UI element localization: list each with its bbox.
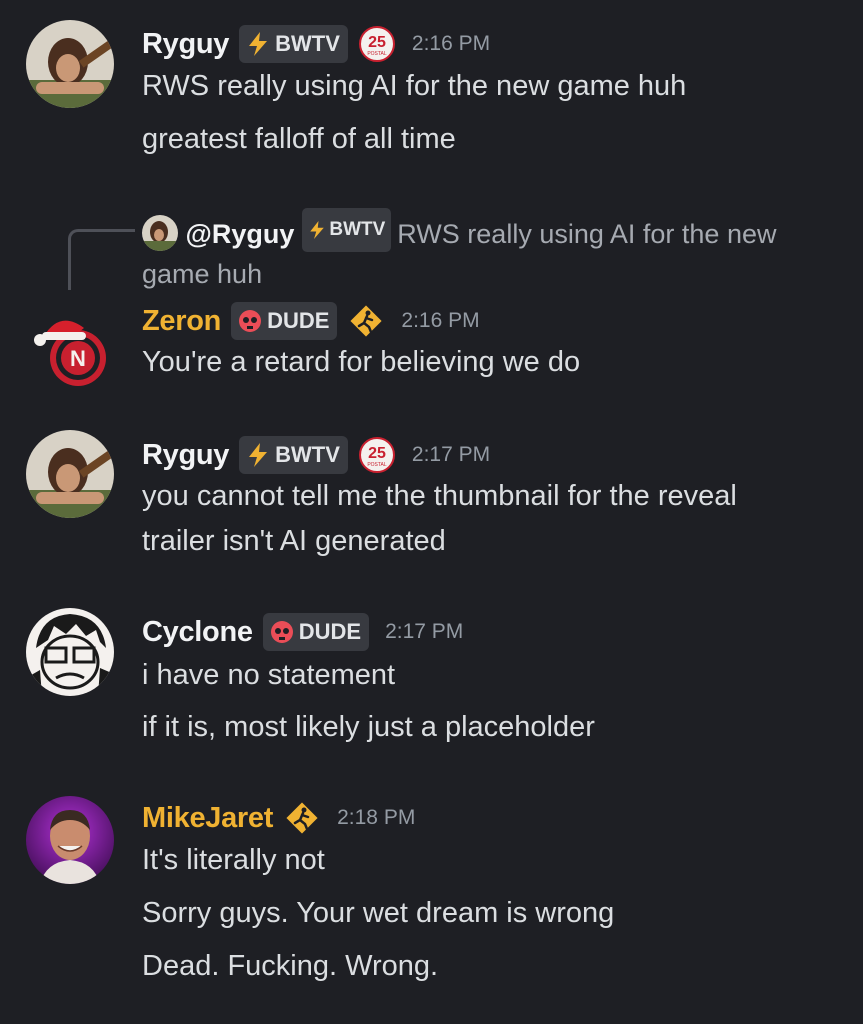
timestamp: 2:17 PM — [385, 620, 464, 643]
avatar-cyclone[interactable] — [26, 608, 114, 696]
badge-number: 25 — [368, 445, 386, 462]
timestamp: 2:17 PM — [411, 443, 491, 466]
server-tag[interactable]: BWTV — [239, 436, 348, 474]
username[interactable]: Ryguy — [142, 28, 229, 61]
lightning-icon — [310, 221, 325, 239]
server-tag-label: DUDE — [298, 619, 362, 644]
reply-avatar — [142, 215, 178, 251]
timestamp: 2:16 PM — [401, 309, 480, 332]
message-line: RWS really using AI for the new game huh — [142, 70, 687, 102]
lightning-icon — [245, 31, 271, 57]
message-line: Dead. Fucking. Wrong. — [142, 950, 439, 982]
username[interactable]: Zeron — [142, 305, 221, 338]
reply-preview[interactable]: @Ryguy BWTV RWS really using AI for the ne… — [142, 208, 832, 294]
running-man-warning-icon[interactable] — [347, 302, 385, 340]
reply-mention[interactable]: @Ryguy — [186, 219, 295, 249]
badge-sub: POSTAL — [367, 462, 387, 468]
reply-text-cont: game huh — [142, 259, 263, 289]
timestamp: 2:16 PM — [411, 32, 491, 55]
reply-tag-label: BWTV — [329, 219, 386, 240]
reply-server-tag: BWTV — [302, 208, 392, 252]
avatar-zeron[interactable]: N — [26, 306, 114, 394]
skull-icon — [269, 619, 295, 645]
timestamp: 2:18 PM — [337, 806, 416, 829]
username[interactable]: Cyclone — [142, 616, 253, 649]
server-tag-label: BWTV — [275, 31, 340, 56]
avatar-ryguy[interactable] — [26, 430, 114, 518]
server-tag[interactable]: BWTV — [239, 25, 348, 63]
server-tag-label: BWTV — [275, 442, 340, 467]
username[interactable]: MikeJaret — [142, 802, 273, 835]
message-line: if it is, most likely just a placeholder — [142, 711, 595, 743]
badge-number: 25 — [368, 34, 386, 51]
message-line: You're a retard for believing we do — [142, 346, 581, 378]
running-man-warning-icon[interactable] — [283, 799, 321, 837]
postal-25-badge[interactable]: 25 POSTAL — [358, 25, 396, 63]
reply-connector — [68, 229, 135, 290]
avatar-ryguy[interactable] — [26, 20, 114, 108]
server-tag-label: DUDE — [267, 308, 330, 333]
badge-sub: POSTAL — [367, 51, 387, 57]
server-tag[interactable]: DUDE — [231, 302, 338, 340]
message-line: trailer isn't AI generated — [142, 525, 446, 557]
message-line: greatest falloff of all time — [142, 123, 456, 155]
message-line: It's literally not — [142, 844, 325, 876]
skull-icon — [237, 308, 263, 334]
postal-25-badge[interactable]: 25 POSTAL — [358, 436, 396, 474]
message-line: Sorry guys. Your wet dream is wrong — [142, 897, 615, 929]
avatar-mikejaret[interactable] — [26, 796, 114, 884]
message-line: you cannot tell me the thumbnail for the… — [142, 480, 737, 512]
server-tag[interactable]: DUDE — [262, 613, 370, 651]
lightning-icon — [245, 442, 271, 468]
username[interactable]: Ryguy — [142, 439, 229, 472]
reply-text: RWS really using AI for the new — [397, 219, 777, 249]
message-line: i have no statement — [142, 659, 396, 691]
svg-text:N: N — [70, 346, 86, 371]
